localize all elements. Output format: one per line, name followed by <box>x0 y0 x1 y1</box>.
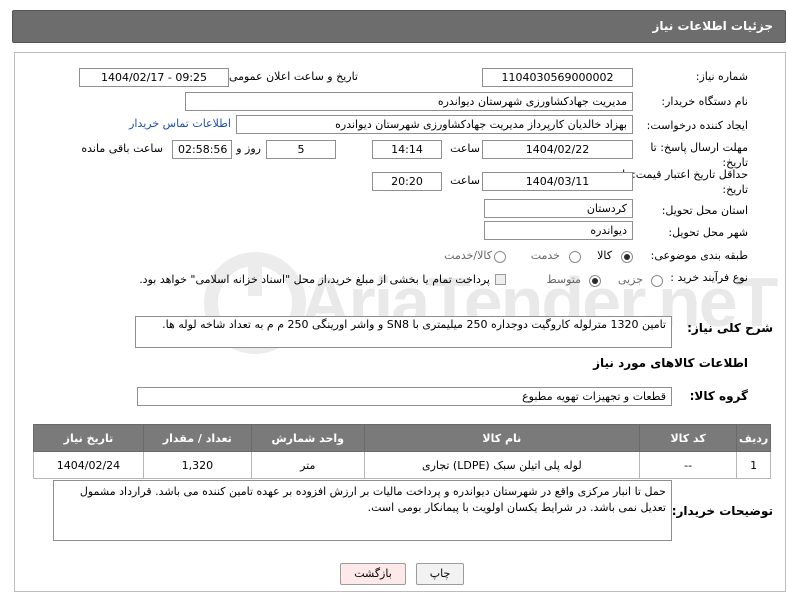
need-number-label: شماره نیاز: <box>695 70 748 83</box>
purchase-minor-radio[interactable] <box>651 275 663 287</box>
description-field: تامین 1320 مترلوله کاروگیت دوجداره 250 م… <box>135 316 672 348</box>
buyer-notes-field: حمل تا انبار مرکزی واقع در شهرستان دیوان… <box>53 480 672 541</box>
row-code: -- <box>638 451 738 479</box>
goods-section-title: اطلاعات کالاهای مورد نیاز <box>593 356 748 370</box>
reply-hour-label: ساعت <box>450 142 480 155</box>
row-unit: متر <box>250 451 365 479</box>
city-field: دیواندره <box>484 221 633 240</box>
reply-date-field: 1404/02/22 <box>482 140 633 159</box>
row-date: 1404/02/24 <box>33 451 144 479</box>
col-date-header: تاریخ نیاز <box>33 424 144 452</box>
row-name: لوله پلی اتیلن سبک (LDPE) تجاری <box>363 451 640 479</box>
table-row: 1 -- لوله پلی اتیلن سبک (LDPE) تجاری متر… <box>33 451 771 479</box>
print-button[interactable]: چاپ <box>416 563 464 585</box>
col-name-header: نام کالا <box>363 424 640 452</box>
reply-time-field: 14:14 <box>372 140 442 159</box>
validity-date-field: 1404/03/11 <box>482 172 633 191</box>
goods-group-field: قطعات و تجهیزات تهویه مطبوع <box>137 387 672 406</box>
province-field: کردستان <box>484 199 633 218</box>
validity-hour-label: ساعت <box>450 174 480 187</box>
goods-table-header: ردیف کد کالا نام کالا واحد شمارش تعداد /… <box>33 424 771 452</box>
need-number-field: 1104030569000002 <box>482 68 633 87</box>
announce-label: تاریخ و ساعت اعلان عمومی: <box>225 70 358 83</box>
category-goods-service-label: کالا/خدمت <box>444 249 492 262</box>
days-label: روز و <box>236 142 261 155</box>
purchase-type-label: نوع فرآیند خرید : <box>670 271 748 284</box>
description-label: شرح کلی نیاز: <box>687 321 773 335</box>
category-service-radio[interactable] <box>569 251 581 263</box>
remaining-time-field: 02:58:56 <box>172 140 232 159</box>
col-unit-header: واحد شمارش <box>250 424 365 452</box>
row-qty: 1,320 <box>142 451 252 479</box>
buyer-notes-label: توضیحات خریدار: <box>671 504 773 518</box>
treasury-payment-note: پرداخت تمام یا بخشی از مبلغ خرید،از محل … <box>139 273 490 286</box>
col-qty-header: تعداد / مقدار <box>142 424 252 452</box>
creator-label: ایجاد کننده درخواست: <box>646 119 748 132</box>
col-code-header: کد کالا <box>638 424 738 452</box>
announce-field: 1404/02/17 - 09:25 <box>79 68 229 87</box>
page-header: جزئیات اطلاعات نیاز <box>12 10 786 43</box>
goods-group-label: گروه کالا: <box>689 389 748 403</box>
creator-field: بهزاد خالدیان کارپرداز مدیریت جهادکشاورز… <box>236 115 633 134</box>
col-row-header: ردیف <box>736 424 771 452</box>
price-validity-label: حداقل تاریخ اعتبار قیمت: تا تاریخ: <box>622 168 748 196</box>
purchase-minor-label: جزیی <box>617 273 643 286</box>
category-goods-service-radio[interactable] <box>494 251 506 263</box>
purchase-medium-label: متوسط <box>546 273 581 286</box>
reply-deadline-label: مهلت ارسال پاسخ: تا تاریخ: <box>650 141 748 169</box>
remaining-label: ساعت باقی مانده <box>81 142 163 155</box>
purchase-medium-radio[interactable] <box>589 275 601 287</box>
category-service-label: خدمت <box>530 249 560 262</box>
buyer-org-field: مدیریت جهادکشاورزی شهرستان دیواندره <box>185 92 633 111</box>
row-index: 1 <box>736 451 771 479</box>
category-goods-label: کالا <box>597 249 612 262</box>
buyer-org-label: نام دستگاه خریدار: <box>661 95 748 108</box>
city-label: شهر محل تحویل: <box>668 226 748 239</box>
province-label: استان محل تحویل: <box>661 204 748 217</box>
goods-table: ردیف کد کالا نام کالا واحد شمارش تعداد /… <box>33 424 771 479</box>
buyer-contact-link[interactable]: اطلاعات تماس خریدار <box>129 117 231 130</box>
back-button[interactable]: بازگشت <box>340 563 406 585</box>
page-title: جزئیات اطلاعات نیاز <box>652 19 773 33</box>
days-field: 5 <box>266 140 336 159</box>
category-goods-radio[interactable] <box>621 251 633 263</box>
validity-time-field: 20:20 <box>372 172 442 191</box>
treasury-payment-checkbox[interactable] <box>495 274 506 285</box>
category-label: طبقه بندی موضوعی: <box>650 249 748 262</box>
